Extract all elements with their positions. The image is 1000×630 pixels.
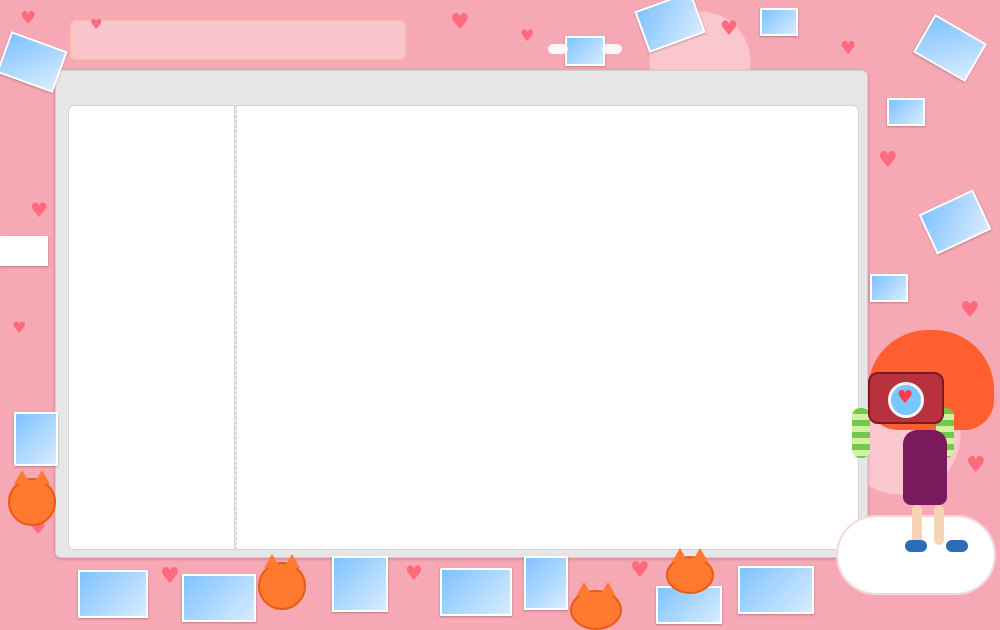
photo-icon <box>332 556 388 612</box>
photo-icon <box>440 568 512 616</box>
cat-icon <box>570 582 622 630</box>
heart-icon: ♥ <box>30 198 48 222</box>
title-bar <box>70 20 406 60</box>
cat-icon <box>666 548 714 594</box>
cat-icon <box>258 554 306 610</box>
camera-lens <box>888 382 924 418</box>
sidebar-panel <box>68 105 235 550</box>
photo-icon <box>182 574 256 622</box>
note-card <box>0 236 48 266</box>
heart-icon: ♥ <box>12 318 27 337</box>
heart-icon: ♥ <box>840 38 857 59</box>
cat-icon <box>8 470 56 526</box>
wing-icon <box>602 44 622 54</box>
photo-icon <box>887 98 925 126</box>
photo-icon <box>738 566 814 614</box>
heart-icon: ♥ <box>878 148 898 173</box>
girl-leg <box>912 505 922 545</box>
content-panel <box>236 105 859 550</box>
photo-icon <box>565 36 605 66</box>
camera-icon <box>868 372 944 424</box>
photo-icon <box>78 570 148 618</box>
heart-icon: ♥ <box>630 558 650 583</box>
heart-icon: ♥ <box>405 561 423 585</box>
wing-icon <box>548 44 568 54</box>
heart-icon: ♥ <box>966 453 986 478</box>
heart-icon: ♥ <box>20 8 37 29</box>
photo-icon <box>14 412 58 466</box>
girl-shoe <box>905 540 927 552</box>
girl-leg <box>934 505 944 545</box>
heart-icon: ♥ <box>160 564 180 589</box>
heart-icon: ♥ <box>520 26 535 45</box>
heart-icon: ♥ <box>960 298 980 323</box>
heart-icon: ♥ <box>90 17 103 33</box>
photo-icon <box>870 274 908 302</box>
girl-dress <box>903 430 947 505</box>
heart-icon: ♥ <box>720 16 738 40</box>
photo-icon <box>760 8 798 36</box>
heart-icon: ♥ <box>450 10 470 35</box>
girl-shoe <box>946 540 968 552</box>
photo-icon <box>524 556 568 610</box>
